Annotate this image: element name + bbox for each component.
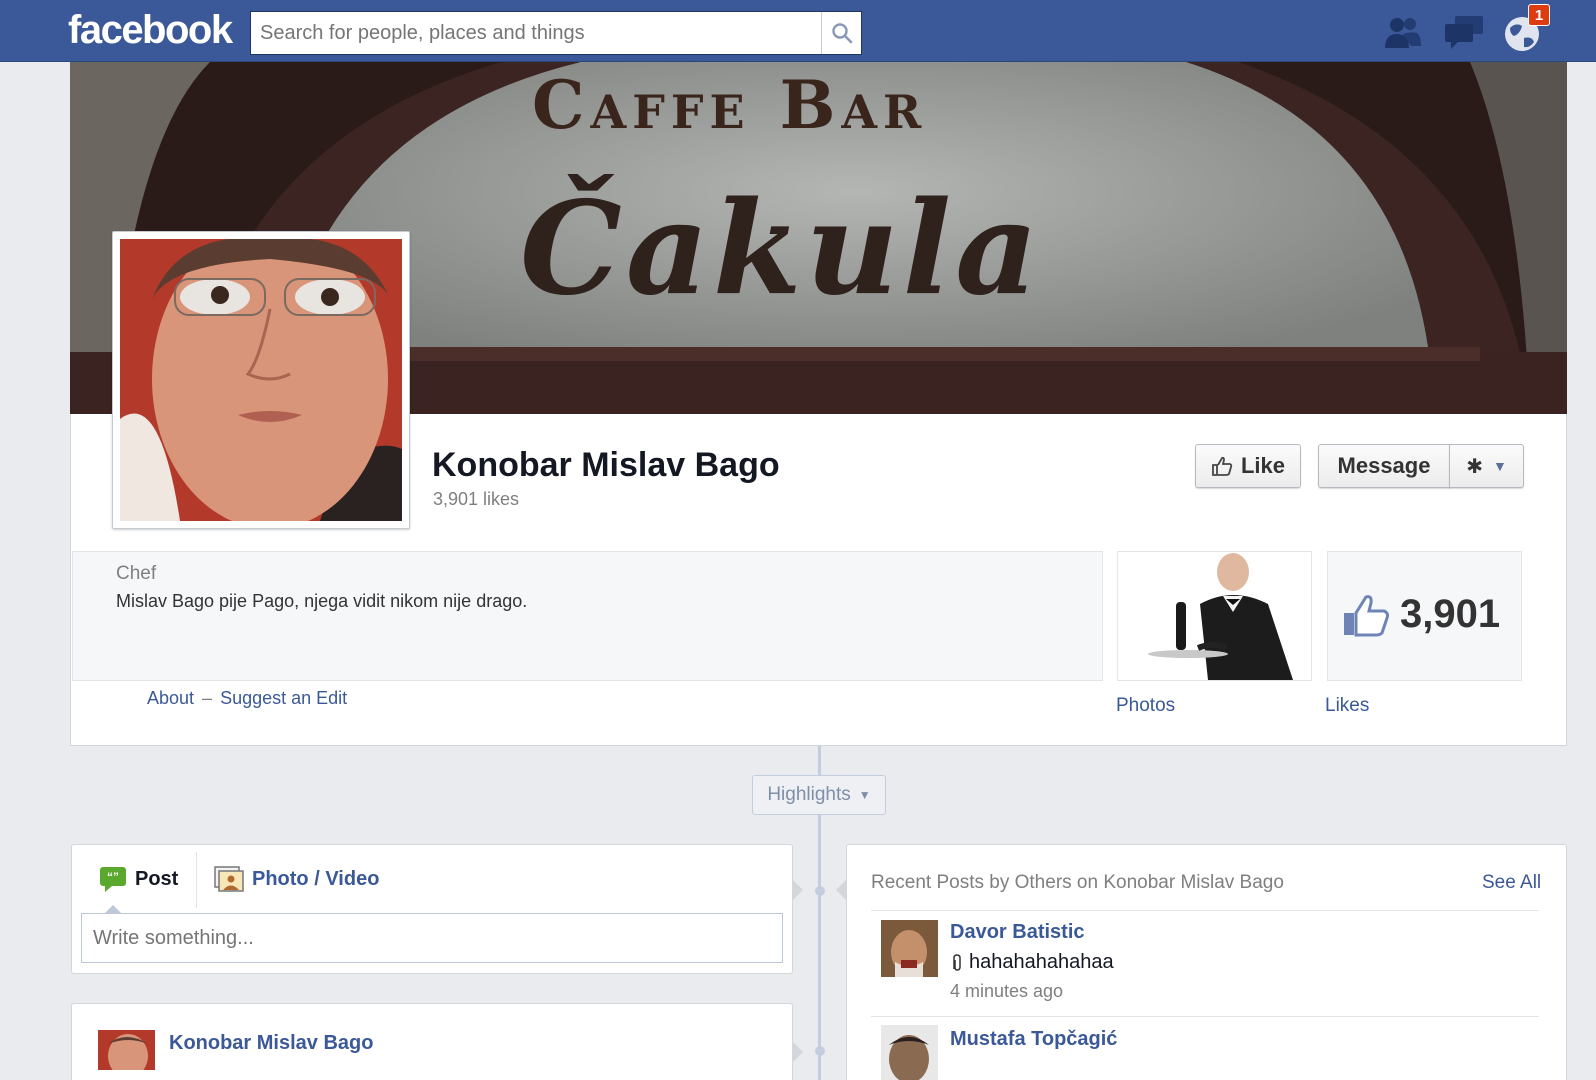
search-box[interactable] (250, 11, 862, 55)
see-all-link[interactable]: See All (1482, 872, 1541, 894)
like-button[interactable]: Like (1195, 444, 1301, 488)
page-description: Mislav Bago pije Pago, njega vidit nikom… (116, 591, 528, 611)
friend-requests-icon[interactable] (1381, 14, 1425, 50)
tab-photo-video-label: Photo / Video (252, 867, 380, 890)
thumbs-up-large-icon (1344, 594, 1390, 636)
page-category: Chef (116, 563, 157, 584)
svg-text:“”: “” (107, 870, 119, 884)
notification-badge: 1 (1528, 4, 1550, 26)
cover-text-caffe-bar: Caffe Bar (532, 66, 928, 144)
highlights-label: Highlights (767, 784, 851, 805)
cover-text-cakula: Čakula (520, 174, 1043, 324)
messages-icon[interactable] (1443, 14, 1487, 50)
likes-count-number: 3,901 (1400, 592, 1501, 636)
tab-photo-video[interactable]: Photo / Video (214, 866, 379, 892)
photo-icon (214, 866, 244, 892)
timeline-dot (815, 886, 825, 896)
avatar-image (881, 920, 938, 977)
status-input[interactable] (82, 914, 782, 962)
search-button[interactable] (821, 12, 861, 54)
recent-post-author[interactable]: Mustafa Topčagić (950, 1028, 1117, 1051)
recent-post-author[interactable]: Davor Batistic (950, 921, 1085, 944)
recent-posts-title: Recent Posts by Others on Konobar Mislav… (871, 872, 1284, 893)
photos-link[interactable]: Photos (1116, 695, 1175, 717)
recent-post-text: hahahahahahaa (969, 951, 1114, 973)
recent-pointer (836, 880, 846, 900)
divider (871, 910, 1539, 911)
post-pointer (793, 1042, 803, 1062)
chevron-down-icon: ▼ (1492, 458, 1507, 474)
status-input-box[interactable] (81, 913, 783, 963)
recent-post-text-row: hahahahahahaa (950, 951, 1114, 974)
page-likes-count: 3,901 likes (433, 489, 520, 509)
suggest-edit-link[interactable]: Suggest an Edit (220, 688, 347, 708)
likes-link[interactable]: Likes (1325, 695, 1369, 717)
composer-pointer (793, 880, 803, 900)
tab-post[interactable]: “” Post (99, 866, 178, 892)
likes-box[interactable]: 3,901 (1327, 551, 1522, 681)
tab-post-label: Post (135, 867, 179, 890)
page-title: Konobar Mislav Bago (432, 446, 780, 484)
tab-divider (196, 852, 197, 908)
divider (871, 1016, 1539, 1017)
profile-picture[interactable] (112, 231, 410, 529)
about-section (72, 551, 1103, 681)
status-icon: “” (100, 867, 126, 892)
top-bar: facebook 1 (0, 0, 1596, 62)
highlights-dropdown[interactable]: Highlights ▼ (752, 775, 886, 815)
about-link[interactable]: About (147, 688, 194, 708)
attachment-icon (953, 953, 961, 971)
message-button-label: Message (1337, 453, 1431, 478)
thumbs-up-icon (1212, 456, 1233, 476)
about-links: About – Suggest an Edit (147, 688, 347, 709)
settings-dropdown-button[interactable]: ✱ ▼ (1449, 444, 1524, 488)
facebook-logo[interactable]: facebook (68, 8, 233, 53)
recent-post-time[interactable]: 4 minutes ago (950, 981, 1063, 1002)
recent-post-avatar[interactable] (881, 1025, 938, 1080)
recent-post-avatar[interactable] (881, 920, 938, 977)
photos-thumbnail[interactable] (1117, 551, 1312, 681)
gear-icon: ✱ (1466, 455, 1483, 478)
like-button-label: Like (1240, 453, 1286, 478)
search-input[interactable] (251, 12, 821, 54)
message-button[interactable]: Message (1318, 444, 1450, 488)
profile-photo-image (120, 239, 402, 521)
search-icon (831, 23, 852, 44)
avatar-image (881, 1025, 938, 1080)
chevron-down-icon: ▼ (858, 788, 871, 802)
post-author-name[interactable]: Konobar Mislav Bago (169, 1032, 373, 1055)
likes-count-group: 3,901 (1342, 592, 1500, 637)
link-separator: – (202, 688, 213, 708)
post-author-avatar[interactable] (98, 1030, 155, 1070)
photos-preview-image (1118, 552, 1311, 680)
timeline-dot (815, 1046, 825, 1056)
